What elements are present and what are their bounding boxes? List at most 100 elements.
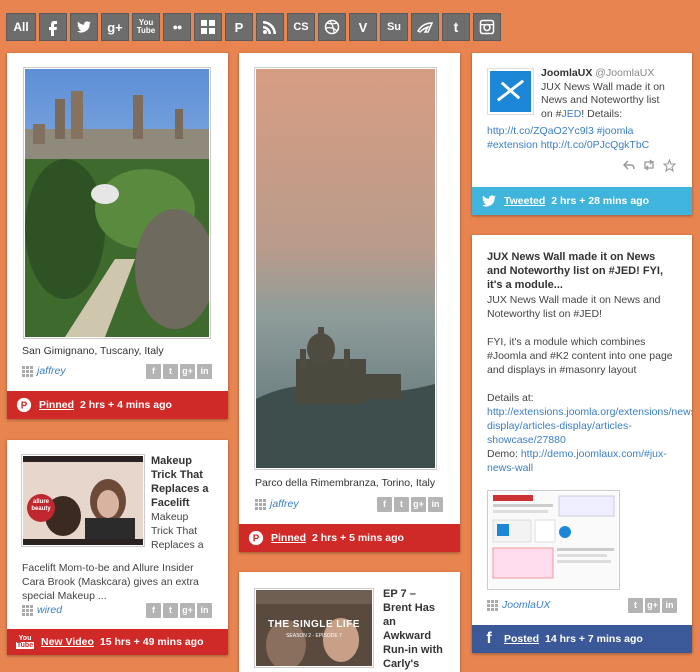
post-url-link[interactable]: display/articles-display/articles-	[487, 419, 692, 433]
grid-icon	[22, 604, 33, 616]
share-linkedin-icon[interactable]: in	[197, 602, 212, 618]
post-url-link[interactable]: news-wall	[487, 461, 692, 475]
video-title-line[interactable]: an	[383, 615, 455, 629]
share-facebook-icon[interactable]: f	[377, 496, 392, 512]
vimeo-icon[interactable]: V	[349, 13, 377, 41]
youtube-icon[interactable]: You Tube	[132, 13, 160, 41]
twitter-icon	[480, 192, 498, 210]
youtube-word-you: You	[18, 635, 32, 642]
share-buttons: t g+ in	[628, 597, 677, 613]
retweet-icon[interactable]	[642, 159, 656, 171]
timestamp: 2 hrs + 5 mins ago	[312, 532, 404, 544]
video-title-line[interactable]: Replaces a	[151, 482, 223, 496]
tweet-handle[interactable]: @JoomlaUX	[595, 67, 654, 79]
source-link[interactable]: Pinned	[39, 399, 74, 411]
video-meta-row: wired f t g+ in	[22, 602, 212, 618]
post-meta-row: JoomlaUX t g+ in	[487, 597, 677, 613]
google-plus-icon[interactable]: g+	[101, 13, 129, 41]
post-thumbnail[interactable]	[487, 490, 620, 590]
source-link[interactable]: New Video	[41, 636, 94, 648]
source-link[interactable]: Pinned	[271, 532, 306, 544]
pin-photo[interactable]	[254, 67, 437, 470]
hashtag-link[interactable]: JED	[561, 108, 581, 120]
reply-icon[interactable]	[623, 159, 635, 171]
flickr-icon[interactable]: ●●	[163, 13, 191, 41]
rss-icon[interactable]	[256, 13, 284, 41]
video-desc-line: special Makeup ...	[22, 590, 107, 602]
post-title-line[interactable]: and Noteworthy list on #JED! FYI,	[487, 264, 692, 278]
video-title-line[interactable]: Trick That	[151, 468, 223, 482]
tweet-url-link[interactable]: http://t.co/0PJcQgkTbC	[541, 139, 650, 151]
video-title-line[interactable]: Facelift	[151, 496, 223, 510]
timestamp: 2 hrs + 4 mins ago	[80, 399, 172, 411]
author-name[interactable]: wired	[37, 604, 62, 616]
author-link[interactable]: wired	[22, 604, 62, 616]
facebook-icon[interactable]	[39, 13, 67, 41]
video-title-line[interactable]: Makeup	[151, 454, 223, 468]
facebook-card: JUX News Wall made it on News and Notewo…	[472, 235, 692, 653]
video-thumbnail[interactable]: THE SINGLE LIFE SEASON 2 - EPISODE 7	[254, 588, 374, 668]
post-title-line[interactable]: it's a module...	[487, 278, 692, 292]
post-url-link[interactable]: showcase/27880	[487, 433, 692, 447]
pinterest-icon[interactable]: P	[225, 13, 253, 41]
post-url-link[interactable]: http://demo.joomlaux.com/#jux-	[521, 448, 667, 460]
instagram-icon[interactable]	[473, 13, 501, 41]
post-text-line: FYI, it's a module which combines	[487, 336, 646, 348]
tweet-author-name[interactable]: JoomlaUX	[541, 67, 592, 79]
pin-meta-row: jaffrey f t g+ in	[255, 496, 443, 512]
pinterest-glyph: P	[21, 401, 28, 412]
video-thumbnail[interactable]: allure beauty	[21, 454, 145, 547]
favorite-star-icon[interactable]	[663, 159, 676, 172]
timestamp: 15 hrs + 49 mins ago	[99, 636, 204, 648]
video-title-line[interactable]: Run-in with	[383, 643, 455, 657]
twitter-icon[interactable]	[70, 13, 98, 41]
share-google-plus-icon[interactable]: g+	[411, 496, 426, 512]
author-link[interactable]: jaffrey	[255, 498, 299, 510]
author-name[interactable]: jaffrey	[37, 365, 66, 377]
share-twitter-icon[interactable]: t	[163, 363, 178, 379]
pinterest-card: Parco della Rimembranza, Torino, Italy j…	[239, 53, 460, 552]
hashtag-link[interactable]: #extension	[487, 139, 538, 151]
source-link[interactable]: Posted	[504, 633, 539, 645]
video-title-line[interactable]: Awkward	[383, 629, 455, 643]
author-name[interactable]: jaffrey	[270, 498, 299, 510]
source-link[interactable]: Tweeted	[504, 195, 545, 207]
tweet-actions	[623, 159, 676, 172]
share-linkedin-icon[interactable]: in	[197, 363, 212, 379]
avatar[interactable]	[487, 68, 534, 115]
youtube-word-tube: Tube	[15, 642, 35, 649]
video-desc-line: Facelift Mom-to-be and Allure Insider	[22, 562, 194, 574]
pin-photo[interactable]	[23, 67, 211, 339]
video-title-line[interactable]: Brent Has	[383, 601, 455, 615]
pin-meta-row: jaffrey f t g+ in	[22, 363, 212, 379]
thumbnail-badge-line: beauty	[31, 506, 51, 512]
stumbleupon-icon[interactable]: Su	[380, 13, 408, 41]
share-linkedin-icon[interactable]: in	[428, 496, 443, 512]
hashtag-link[interactable]: #joomla	[597, 125, 634, 137]
share-twitter-icon[interactable]: t	[628, 597, 643, 613]
tweet-url-link[interactable]: http://t.co/ZQaO2Yc9l3	[487, 125, 594, 137]
filter-all-button[interactable]: All	[6, 13, 36, 41]
share-twitter-icon[interactable]: t	[163, 602, 178, 618]
video-title-line[interactable]: Carly's	[383, 657, 455, 671]
dribbble-icon[interactable]	[318, 13, 346, 41]
share-linkedin-icon[interactable]: in	[662, 597, 677, 613]
deviantart-icon[interactable]	[411, 13, 439, 41]
video-desc-line: Makeup	[151, 511, 189, 523]
tumblr-icon[interactable]: t	[442, 13, 470, 41]
author-name[interactable]: JoomlaUX	[502, 599, 550, 611]
lastfm-icon[interactable]: CS	[287, 13, 315, 41]
share-google-plus-icon[interactable]: g+	[180, 602, 195, 618]
share-google-plus-icon[interactable]: g+	[180, 363, 195, 379]
post-title-line[interactable]: JUX News Wall made it on News	[487, 250, 692, 264]
author-link[interactable]: JoomlaUX	[487, 599, 550, 611]
author-link[interactable]: jaffrey	[22, 365, 66, 377]
post-url-link[interactable]: http://extensions.joomla.org/extensions/…	[487, 405, 692, 419]
video-title-line[interactable]: EP 7 –	[383, 587, 455, 601]
share-twitter-icon[interactable]: t	[394, 496, 409, 512]
share-google-plus-icon[interactable]: g+	[645, 597, 660, 613]
windows-icon[interactable]	[194, 13, 222, 41]
timestamp: 2 hrs + 28 mins ago	[551, 195, 649, 207]
share-facebook-icon[interactable]: f	[146, 363, 161, 379]
share-facebook-icon[interactable]: f	[146, 602, 161, 618]
